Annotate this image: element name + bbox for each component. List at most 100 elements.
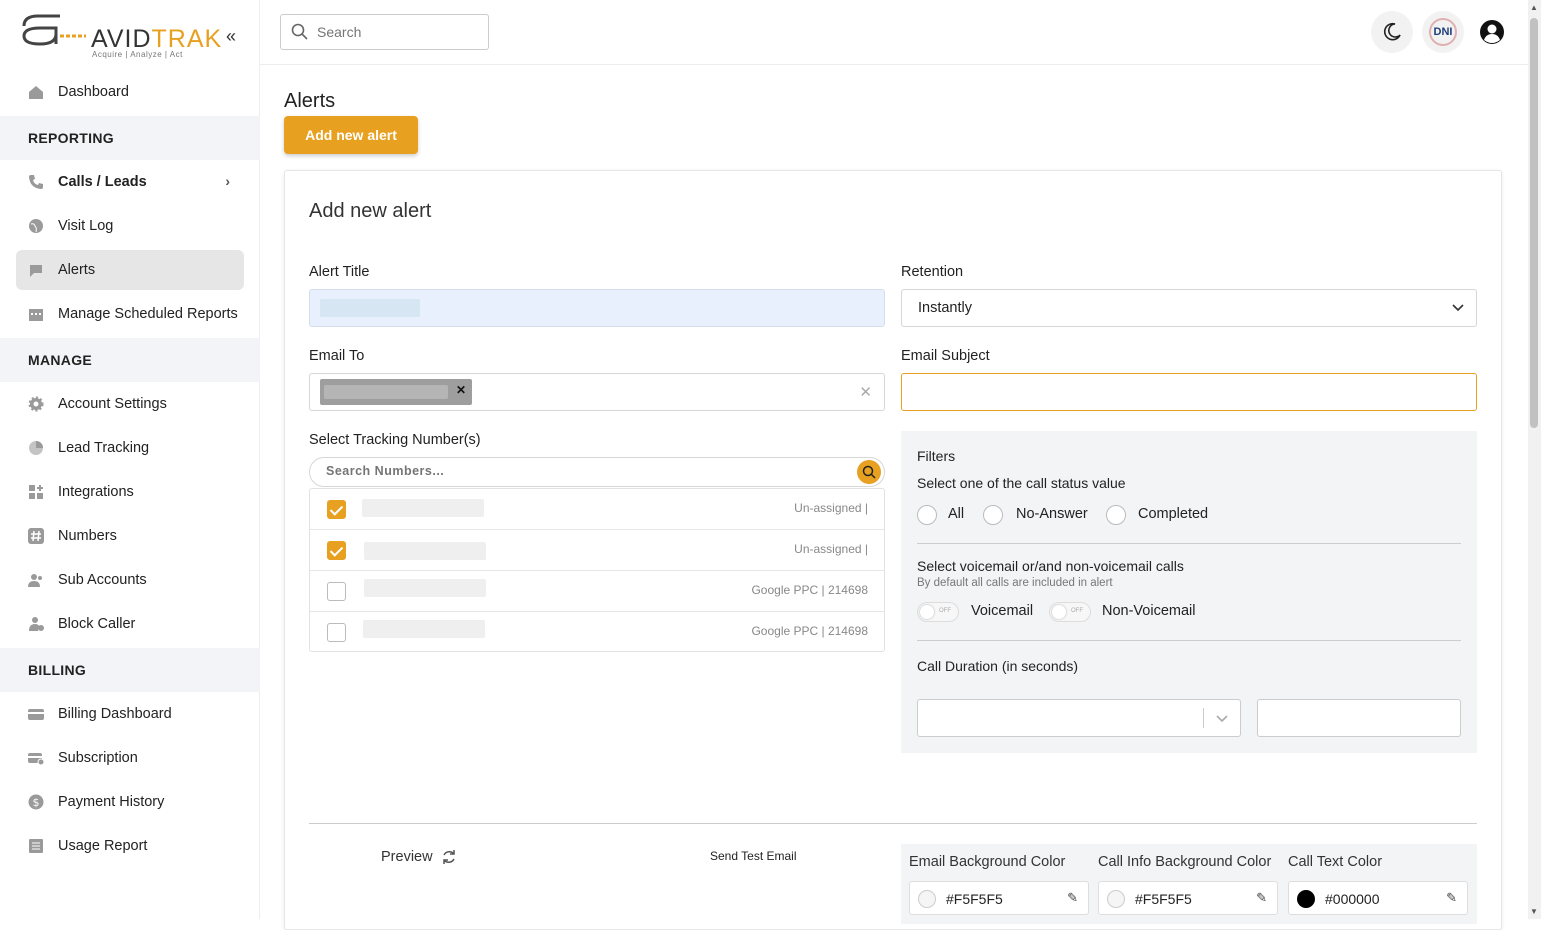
email-subject-input[interactable]	[901, 373, 1477, 411]
sidebar-item-calls-leads[interactable]: Calls / Leads ›	[16, 162, 244, 202]
email-bg-color-label: Email Background Color	[909, 854, 1066, 870]
sidebar-item-numbers[interactable]: Numbers	[16, 516, 244, 556]
row-checkbox[interactable]	[327, 623, 346, 642]
search-numbers-button[interactable]	[857, 460, 881, 484]
pencil-icon[interactable]: ✎	[1067, 890, 1078, 906]
divider	[917, 543, 1461, 544]
dollar-icon: $	[28, 794, 44, 810]
voicemail-toggle[interactable]: OFF	[917, 602, 959, 622]
chip-remove-icon[interactable]: ✕	[456, 383, 466, 397]
sidebar-item-integrations[interactable]: Integrations	[16, 472, 244, 512]
send-test-email-button[interactable]: Send Test Email	[710, 849, 797, 863]
chat-alert-icon	[28, 262, 44, 278]
call-info-bg-color-label: Call Info Background Color	[1098, 854, 1272, 870]
dark-mode-toggle[interactable]	[1371, 11, 1413, 53]
table-row[interactable]: Google PPC | 214698	[310, 571, 884, 612]
sidebar-item-subscription[interactable]: Subscription	[16, 738, 244, 778]
brand-name-b: TRAK	[151, 25, 223, 53]
sidebar-item-scheduled-reports[interactable]: Manage Scheduled Reports	[16, 294, 244, 334]
color-swatch[interactable]	[918, 890, 936, 908]
scroll-up-icon[interactable]: ▲	[1530, 3, 1538, 12]
email-chip[interactable]: ✕	[320, 379, 472, 405]
scroll-down-icon[interactable]: ▼	[1530, 907, 1538, 916]
call-info-bg-color-field[interactable]: #F5F5F5 ✎	[1098, 881, 1278, 915]
table-row[interactable]: Google PPC | 214698	[310, 612, 884, 653]
row-checkbox[interactable]	[327, 582, 346, 601]
status-option-label: Completed	[1138, 506, 1209, 522]
sidebar-item-payment-history[interactable]: $ Payment History	[16, 782, 244, 822]
home-icon	[28, 84, 44, 100]
status-radio-completed[interactable]	[1106, 505, 1126, 525]
sidebar-item-usage-report[interactable]: Usage Report	[16, 826, 244, 866]
search-box[interactable]	[280, 14, 489, 50]
table-row[interactable]: Un-assigned |	[310, 530, 884, 571]
table-row[interactable]: Un-assigned |	[310, 489, 884, 530]
voicemail-label: Select voicemail or/and non-voicemail ca…	[917, 558, 1184, 574]
call-status-label: Select one of the call status value	[917, 475, 1126, 491]
chevron-right-icon: ›	[225, 173, 230, 189]
calendar-icon	[28, 306, 44, 322]
retention-select[interactable]: Instantly	[901, 289, 1477, 327]
tracking-search-input[interactable]	[326, 464, 806, 478]
alert-title-input[interactable]	[309, 289, 885, 327]
sidebar-item-sub-accounts[interactable]: Sub Accounts	[16, 560, 244, 600]
sidebar-item-label: Sub Accounts	[58, 572, 147, 588]
sidebar-item-label: Integrations	[58, 484, 134, 500]
sidebar-item-lead-tracking[interactable]: Lead Tracking	[16, 428, 244, 468]
scrollbar-thumb[interactable]	[1530, 18, 1538, 428]
duration-operator-select[interactable]	[917, 699, 1241, 737]
alert-title-label: Alert Title	[309, 264, 370, 280]
pencil-icon[interactable]: ✎	[1446, 890, 1457, 906]
sidebar-item-billing-dashboard[interactable]: Billing Dashboard	[16, 694, 244, 734]
toggle-state: OFF	[1071, 608, 1083, 614]
retention-label: Retention	[901, 264, 964, 280]
page-scrollbar[interactable]: ▲ ▼	[1528, 0, 1541, 919]
gear-icon	[28, 396, 44, 412]
status-radio-all[interactable]	[917, 505, 937, 525]
topbar: DNI	[260, 0, 1528, 65]
user-block-icon	[28, 616, 44, 632]
dni-button[interactable]: DNI	[1422, 11, 1464, 53]
brand-tagline: Acquire | Analyze | Act	[92, 50, 183, 59]
sidebar-item-visit-log[interactable]: Visit Log	[16, 206, 244, 246]
report-icon	[28, 838, 44, 854]
color-swatch[interactable]	[1297, 890, 1315, 908]
user-avatar[interactable]	[1479, 19, 1505, 50]
preview-button[interactable]: Preview	[381, 849, 457, 865]
email-bg-color-field[interactable]: #F5F5F5 ✎	[909, 881, 1089, 915]
sidebar-item-block-caller[interactable]: Block Caller	[16, 604, 244, 644]
call-text-color-field[interactable]: #000000 ✎	[1288, 881, 1468, 915]
add-new-alert-button[interactable]: Add new alert	[284, 116, 418, 154]
row-source: Un-assigned |	[794, 542, 868, 556]
sidebar-item-account-settings[interactable]: Account Settings	[16, 384, 244, 424]
sidebar-item-dashboard[interactable]: Dashboard	[16, 72, 244, 112]
color-value: #F5F5F5	[1135, 891, 1192, 907]
clear-icon[interactable]: ✕	[859, 383, 872, 401]
sidebar-item-label: Lead Tracking	[58, 440, 150, 456]
duration-seconds-input[interactable]	[1257, 699, 1461, 737]
user-circle-icon	[1480, 20, 1504, 44]
sidebar-item-label: Block Caller	[58, 616, 136, 632]
non-voicemail-option-label: Non-Voicemail	[1102, 603, 1196, 619]
double-chevron-left-icon[interactable]: «	[226, 26, 236, 47]
sidebar-item-label: Account Settings	[58, 396, 167, 412]
sidebar-item-alerts[interactable]: Alerts	[16, 250, 244, 290]
sidebar-item-label: Manage Scheduled Reports	[58, 306, 238, 322]
row-checkbox[interactable]	[327, 541, 346, 560]
email-to-input[interactable]: ✕ ✕	[309, 373, 885, 411]
search-input[interactable]	[317, 24, 477, 40]
hash-icon	[28, 528, 44, 544]
status-radio-no-answer[interactable]	[983, 505, 1003, 525]
color-value: #F5F5F5	[946, 891, 1003, 907]
section-manage: MANAGE	[0, 338, 260, 382]
form-title: Add new alert	[309, 200, 432, 222]
svg-text:$: $	[33, 796, 40, 809]
non-voicemail-toggle[interactable]: OFF	[1049, 602, 1091, 622]
avidtrak-logo[interactable]: AVIDTRAK Acquire | Analyze | Act	[20, 12, 223, 62]
pencil-icon[interactable]: ✎	[1256, 890, 1267, 906]
tracking-search-box[interactable]	[309, 457, 885, 487]
row-checkbox[interactable]	[327, 500, 346, 519]
sidebar-item-label: Billing Dashboard	[58, 706, 172, 722]
sidebar-item-label: Calls / Leads	[58, 174, 147, 190]
color-swatch[interactable]	[1107, 890, 1125, 908]
